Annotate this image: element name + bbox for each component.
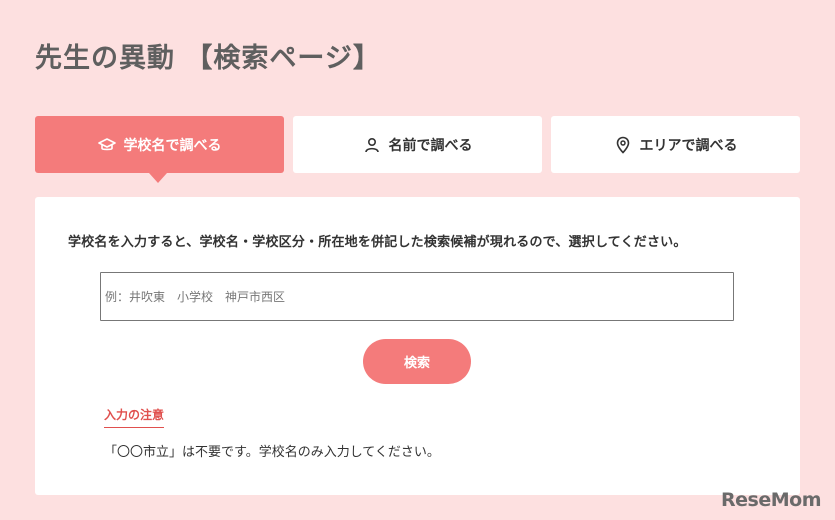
- tab-label: エリアで調べる: [639, 137, 738, 154]
- tab-label: 学校名で調べる: [123, 137, 222, 154]
- note-text: 「〇〇市立」は不要です。学校名のみ入力してください。: [104, 445, 440, 460]
- search-button[interactable]: 検索: [363, 339, 471, 384]
- note-heading: 入力の注意: [104, 406, 165, 428]
- tab-teacher-name[interactable]: 名前で調べる: [293, 116, 542, 173]
- search-panel: 学校名を入力すると、学校名・学校区分・所在地を併記した検索候補が現れるので、選択…: [35, 197, 800, 495]
- page-title: 先生の異動 【検索ページ】: [35, 43, 381, 74]
- search-tabs: 学校名で調べる 名前で調べる エリアで調べる: [35, 116, 800, 183]
- tab-school-name[interactable]: 学校名で調べる: [35, 116, 284, 183]
- tab-label: 名前で調べる: [388, 137, 473, 154]
- search-input[interactable]: [100, 272, 734, 321]
- graduation-cap-icon: [97, 136, 116, 154]
- map-pin-icon: [614, 136, 632, 154]
- person-icon: [363, 136, 381, 154]
- tab-area[interactable]: エリアで調べる: [551, 116, 800, 173]
- resemom-logo: ReseMom: [721, 489, 821, 511]
- logo-text: ReseMom: [721, 489, 821, 511]
- search-instruction: 学校名を入力すると、学校名・学校区分・所在地を併記した検索候補が現れるので、選択…: [68, 235, 687, 250]
